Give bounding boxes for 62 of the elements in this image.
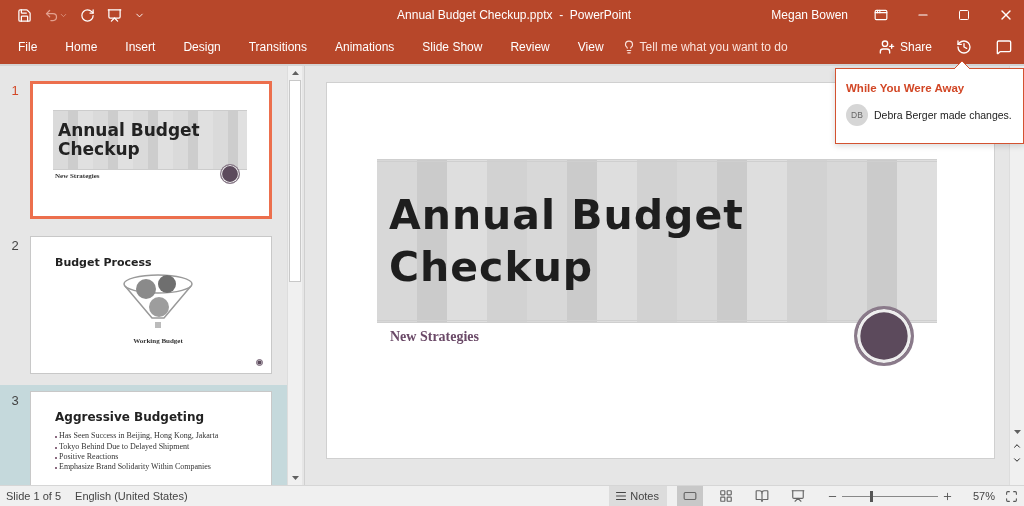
undo-icon (44, 7, 59, 23)
projector-icon (790, 489, 805, 503)
share-button[interactable]: Share (872, 38, 938, 56)
ribbon-tab[interactable]: Slide Show (408, 36, 497, 58)
user-name: Megan Bowen (771, 8, 848, 22)
slide-title: Checkup (58, 140, 140, 159)
normal-view-icon (682, 489, 697, 503)
ribbon-tab[interactable]: Animations (321, 36, 409, 58)
activity-button[interactable] (956, 39, 972, 55)
up-arrow-icon (291, 71, 299, 75)
slide-counter: Slide 1 of 5 (6, 490, 62, 502)
slide-title[interactable]: Checkup (389, 241, 594, 293)
bullet-text: Emphasize Brand Solidarity Within Companies (59, 463, 211, 472)
medallion-icon (854, 306, 914, 366)
ribbon-tab[interactable]: Home (51, 36, 112, 58)
down-arrow-icon (1013, 430, 1021, 434)
zoom-in-button[interactable] (941, 490, 953, 502)
medallion-icon (256, 359, 263, 366)
comments-button[interactable] (996, 39, 1012, 55)
slide-number: 2 (10, 237, 20, 255)
slide-title: Budget Process (55, 257, 152, 270)
redo-button[interactable] (80, 7, 95, 23)
ribbon-display-button[interactable] (874, 8, 888, 22)
thumbnail-row[interactable]: 3 Aggressive Budgeting Has Seen Success in Beijing, Hong Kong, Jakarta Tokyo Behind Due to Delayed Shipment Positive Reactions Emphasize Brand Solidarity Within Companies (0, 385, 287, 485)
book-icon (754, 489, 769, 503)
medallion-icon (220, 164, 240, 184)
slide-number: 1 (10, 82, 20, 100)
zoom-slider-thumb[interactable] (869, 490, 873, 502)
maximize-button[interactable] (958, 9, 970, 21)
slide-subtitle[interactable]: New Strategies (390, 329, 480, 345)
normal-view-button[interactable] (676, 486, 703, 506)
popup-heading: While You Were Away (846, 82, 965, 94)
slide-title: Annual Budget (58, 121, 200, 140)
lines-icon (615, 490, 628, 502)
ribbon-tab[interactable]: File (4, 36, 52, 58)
chevron-down-icon (1012, 455, 1022, 465)
avatar: DB (846, 104, 868, 126)
bullet-text: Tokyo Behind Due to Delayed Shipment (59, 442, 190, 451)
save-button[interactable] (17, 7, 32, 23)
scrollbar[interactable] (287, 66, 302, 485)
slide-title[interactable]: Annual Budget (389, 189, 744, 241)
bullet-text: Has Seen Success in Beijing, Hong Kong, Jakarta (59, 432, 219, 441)
chevron-up-icon (1012, 441, 1022, 451)
language-status[interactable]: English (United States) (75, 490, 188, 502)
zoom-level[interactable]: 57% (972, 490, 995, 502)
ribbon-tab[interactable]: Design (169, 36, 235, 58)
ribbon-tab[interactable]: Insert (111, 36, 170, 58)
window-title: Annual Budget Checkup.pptx - PowerPoint (396, 8, 633, 22)
down-arrow-icon (291, 476, 299, 480)
bullet-text: Positive Reactions (59, 452, 119, 462)
notes-button[interactable]: Notes (609, 486, 667, 506)
grid-icon (718, 489, 733, 503)
slide-number: 3 (10, 392, 20, 410)
ribbon-tab[interactable]: View (563, 36, 618, 58)
person-add-icon (878, 39, 895, 55)
fit-to-window-button[interactable] (1005, 489, 1018, 503)
slide-thumbnail[interactable]: Aggressive Budgeting Has Seen Success in Beijing, Hong Kong, Jakarta Tokyo Behind Due to Delayed Shipment Positive Reactions Emphasize Brand Solidarity Within Companies (30, 391, 272, 485)
scrollbar-thumb[interactable] (289, 80, 301, 282)
start-slideshow-button[interactable] (107, 7, 122, 23)
ribbon-tab[interactable]: Review (496, 36, 564, 58)
ribbon-tab[interactable]: Transitions (234, 36, 321, 58)
slide-title: Aggressive Budgeting (55, 411, 205, 425)
